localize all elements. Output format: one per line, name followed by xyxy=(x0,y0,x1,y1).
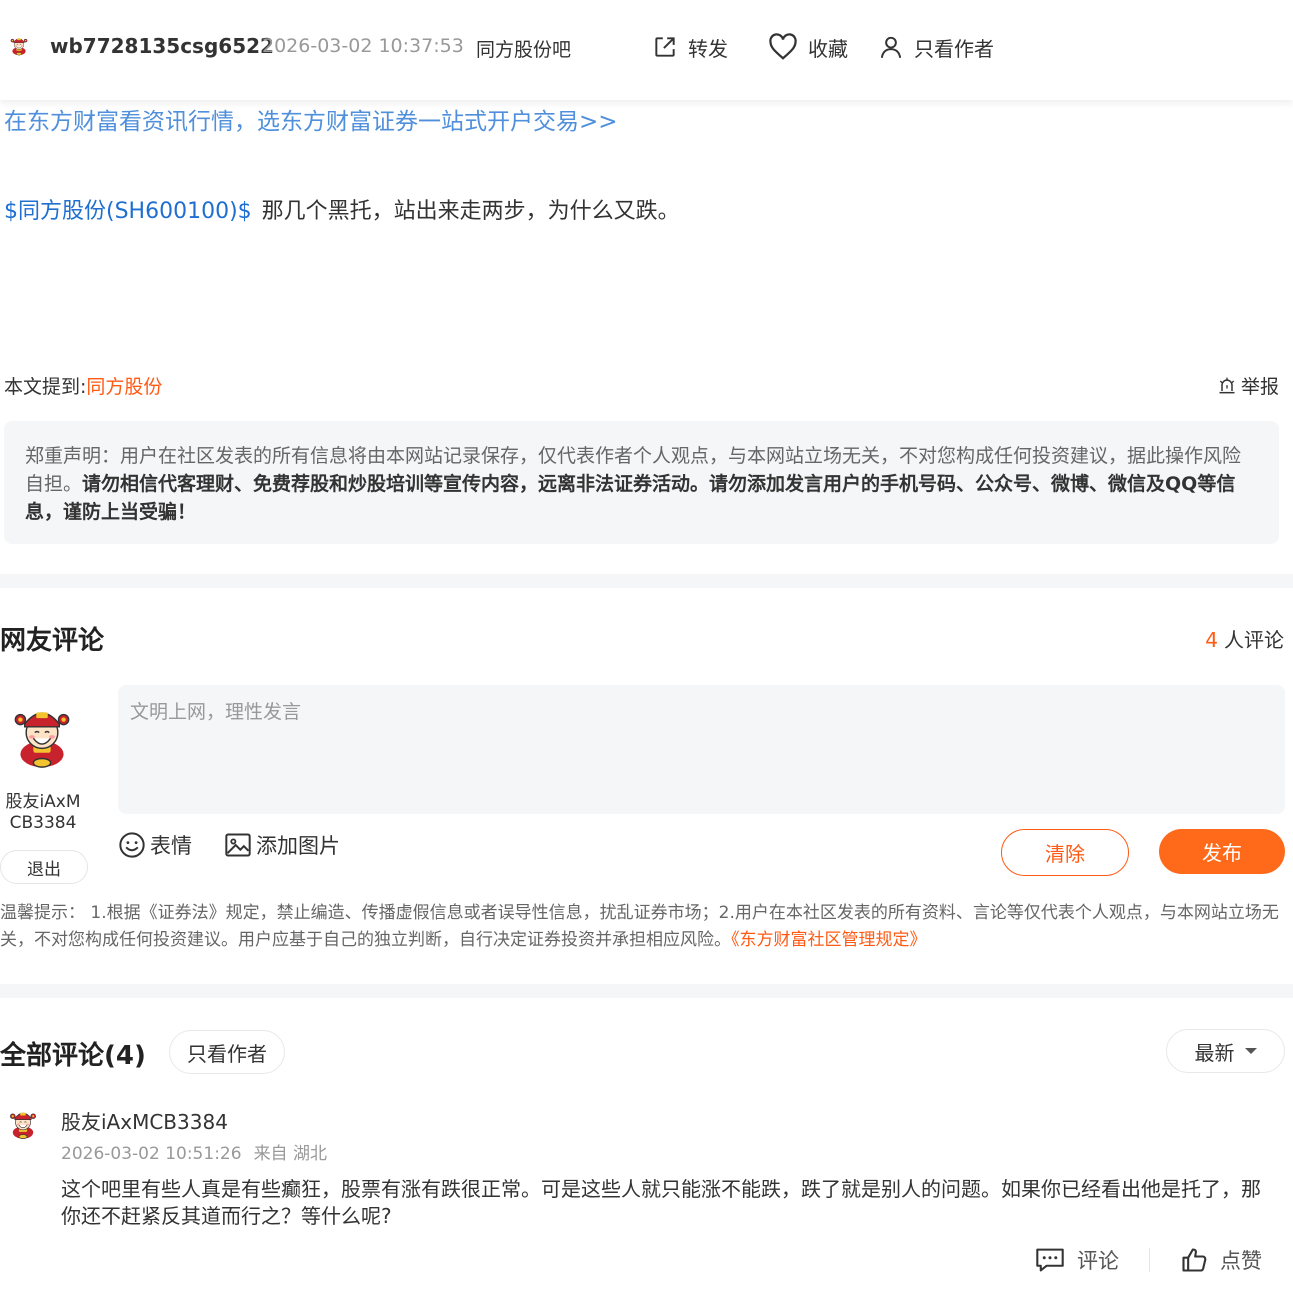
post-header: wb7728135csg6522 2026-03-02 10:37:53 同方股… xyxy=(0,0,1293,100)
disclaimer-box: 郑重声明：用户在社区发表的所有信息将由本网站记录保存，仅代表作者个人观点，与本网… xyxy=(4,421,1279,544)
post-body: $同方股份(SH600100)$ 那几个黑托，站出来走两步，为什么又跌。 xyxy=(4,193,680,225)
clear-button[interactable]: 清除 xyxy=(1001,829,1129,876)
post-timestamp: 2026-03-02 10:37:53 xyxy=(262,35,464,57)
forward-button[interactable]: 转发 xyxy=(652,30,728,64)
comment-location: 来自 湖北 xyxy=(253,1144,327,1164)
only-author-filter-button[interactable]: 只看作者 xyxy=(169,1030,285,1074)
reply-button[interactable]: 评论 xyxy=(1035,1244,1119,1276)
add-image-button[interactable]: 添加图片 xyxy=(224,830,340,860)
sort-label: 最新 xyxy=(1194,1040,1235,1065)
publish-button[interactable]: 发布 xyxy=(1159,829,1285,874)
avatar-icon[interactable] xyxy=(8,34,30,56)
share-icon xyxy=(655,37,675,57)
comment-input[interactable] xyxy=(118,685,1285,814)
mention-stock-link[interactable]: 同方股份 xyxy=(86,376,162,398)
emoji-icon xyxy=(119,832,145,858)
current-user-name[interactable]: 股友iAxMCB3384 xyxy=(0,792,86,834)
report-icon xyxy=(1219,377,1235,393)
user-icon xyxy=(880,36,902,59)
like-button[interactable]: 点赞 xyxy=(1180,1244,1262,1276)
action-divider xyxy=(1149,1248,1150,1272)
all-comments-title: 全部评论(4) xyxy=(0,1041,146,1071)
sort-dropdown[interactable]: 最新 xyxy=(1166,1029,1285,1073)
notice-text: 温馨提示： 1.根据《证券法》规定，禁止编造、传播虚假信息或者误导性信息，扰乱证… xyxy=(0,903,1279,950)
forward-label: 转发 xyxy=(688,36,728,61)
thumb-up-icon xyxy=(1182,1248,1207,1272)
image-icon xyxy=(225,833,251,857)
community-rules-link[interactable]: 《东方财富社区管理规定》 xyxy=(731,930,927,950)
comment-count-suffix: 人评论 xyxy=(1224,628,1284,652)
favorite-button[interactable]: 收藏 xyxy=(768,30,848,64)
current-user-avatar[interactable] xyxy=(6,698,78,770)
comment-count: 4 人评论 xyxy=(1205,624,1284,653)
section-divider xyxy=(0,984,1293,998)
only-author-label: 只看作者 xyxy=(914,36,994,61)
emoji-label: 表情 xyxy=(150,834,192,858)
favorite-label: 收藏 xyxy=(808,36,848,61)
comment-time: 2026-03-02 10:51:26 xyxy=(61,1144,242,1164)
only-author-toggle[interactable]: 只看作者 xyxy=(878,30,994,64)
chevron-down-icon xyxy=(1244,1048,1257,1054)
add-image-label: 添加图片 xyxy=(256,834,340,858)
comment-count-number: 4 xyxy=(1205,628,1218,652)
comment-icon xyxy=(1036,1248,1064,1272)
bar-link[interactable]: 同方股份吧 xyxy=(476,35,571,62)
mention-row: 本文提到:同方股份 xyxy=(4,372,162,399)
report-label: 举报 xyxy=(1240,376,1279,398)
author-username[interactable]: wb7728135csg6522 xyxy=(50,34,274,58)
mention-label: 本文提到: xyxy=(4,376,87,398)
commenter-name[interactable]: 股友iAxMCB3384 xyxy=(61,1106,228,1135)
community-notice: 温馨提示： 1.根据《证券法》规定，禁止编造、传播虚假信息或者误导性信息，扰乱证… xyxy=(0,900,1290,954)
comment-meta: 2026-03-02 10:51:26 来自 湖北 xyxy=(61,1139,327,1164)
post-text: 那几个黑托，站出来走两步，为什么又跌。 xyxy=(261,199,680,224)
emoji-button[interactable]: 表情 xyxy=(118,830,192,860)
logout-button[interactable]: 退出 xyxy=(0,850,88,884)
stock-tag-link[interactable]: $同方股份(SH600100)$ xyxy=(4,199,252,224)
heart-icon xyxy=(769,33,797,60)
promo-link[interactable]: 在东方财富看资讯行情，选东方财富证券一站式开户交易>> xyxy=(4,102,618,136)
reply-label: 评论 xyxy=(1077,1249,1119,1273)
comment-text: 这个吧里有些人真是有些癫狂，股票有涨有跌很正常。可是这些人就只能涨不能跌，跌了就… xyxy=(61,1177,1261,1228)
report-button[interactable]: 举报 xyxy=(1217,372,1279,399)
commenter-avatar[interactable] xyxy=(6,1106,40,1140)
section-divider xyxy=(0,574,1293,588)
comments-section-title: 网友评论 xyxy=(0,626,105,656)
disclaimer-warning: 请勿相信代客理财、免费荐股和炒股培训等宣传内容，远离非法证券活动。请勿添加发言用… xyxy=(25,473,1236,523)
like-label: 点赞 xyxy=(1220,1249,1262,1273)
